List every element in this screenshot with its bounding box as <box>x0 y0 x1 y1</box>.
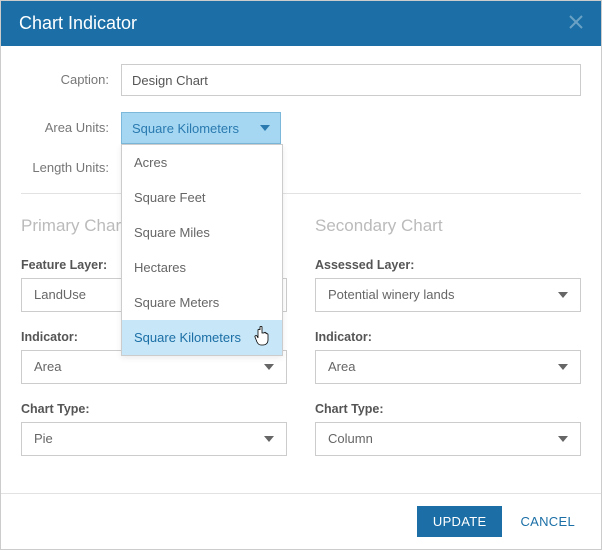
area-units-label: Area Units: <box>21 120 121 137</box>
dropdown-option-square-feet[interactable]: Square Feet <box>122 180 282 215</box>
dropdown-option-label: Square Kilometers <box>134 330 241 345</box>
charts-row: Primary Chart Feature Layer: LandUse Ind… <box>21 212 581 474</box>
secondary-indicator-label: Indicator: <box>315 330 581 344</box>
dropdown-option-square-miles[interactable]: Square Miles <box>122 215 282 250</box>
caption-input[interactable] <box>121 64 581 96</box>
secondary-chart-type-select[interactable]: Column <box>315 422 581 456</box>
secondary-indicator-select[interactable]: Area <box>315 350 581 384</box>
secondary-chart-column: Secondary Chart Assessed Layer: Potentia… <box>315 212 581 474</box>
dialog-title: Chart Indicator <box>19 13 137 34</box>
secondary-indicator-value: Area <box>328 359 355 374</box>
assessed-layer-select[interactable]: Potential winery lands <box>315 278 581 312</box>
caret-down-icon <box>264 436 274 442</box>
dialog-footer: UPDATE CANCEL <box>1 493 601 549</box>
area-units-dropdown: Acres Square Feet Square Miles Hectares … <box>121 144 283 356</box>
secondary-chart-heading: Secondary Chart <box>315 216 581 236</box>
area-units-select[interactable]: Square Kilometers Acres Square Feet Squa… <box>121 112 281 144</box>
dropdown-option-acres[interactable]: Acres <box>122 145 282 180</box>
close-icon[interactable] <box>569 13 583 34</box>
caret-down-icon <box>264 364 274 370</box>
dropdown-option-square-meters[interactable]: Square Meters <box>122 285 282 320</box>
length-units-label: Length Units: <box>21 160 121 177</box>
feature-layer-value: LandUse <box>34 287 86 302</box>
assessed-layer-value: Potential winery lands <box>328 287 454 302</box>
secondary-chart-type-value: Column <box>328 431 373 446</box>
cursor-hand-icon <box>254 326 270 346</box>
caret-down-icon <box>558 364 568 370</box>
primary-chart-type-select[interactable]: Pie <box>21 422 287 456</box>
caption-label: Caption: <box>21 72 121 89</box>
caret-down-icon <box>558 436 568 442</box>
dialog-content: Caption: Area Units: Square Kilometers A… <box>1 46 601 474</box>
caret-down-icon <box>260 125 270 131</box>
area-units-value: Square Kilometers <box>132 121 239 136</box>
update-button[interactable]: UPDATE <box>417 506 503 537</box>
cancel-button[interactable]: CANCEL <box>510 506 585 537</box>
dropdown-option-hectares[interactable]: Hectares <box>122 250 282 285</box>
primary-chart-type-label: Chart Type: <box>21 402 287 416</box>
dropdown-option-square-kilometers[interactable]: Square Kilometers <box>122 320 282 355</box>
secondary-chart-type-label: Chart Type: <box>315 402 581 416</box>
caret-down-icon <box>558 292 568 298</box>
assessed-layer-label: Assessed Layer: <box>315 258 581 272</box>
section-divider <box>21 193 581 194</box>
primary-indicator-value: Area <box>34 359 61 374</box>
primary-chart-type-value: Pie <box>34 431 53 446</box>
dialog-titlebar: Chart Indicator <box>1 1 601 46</box>
